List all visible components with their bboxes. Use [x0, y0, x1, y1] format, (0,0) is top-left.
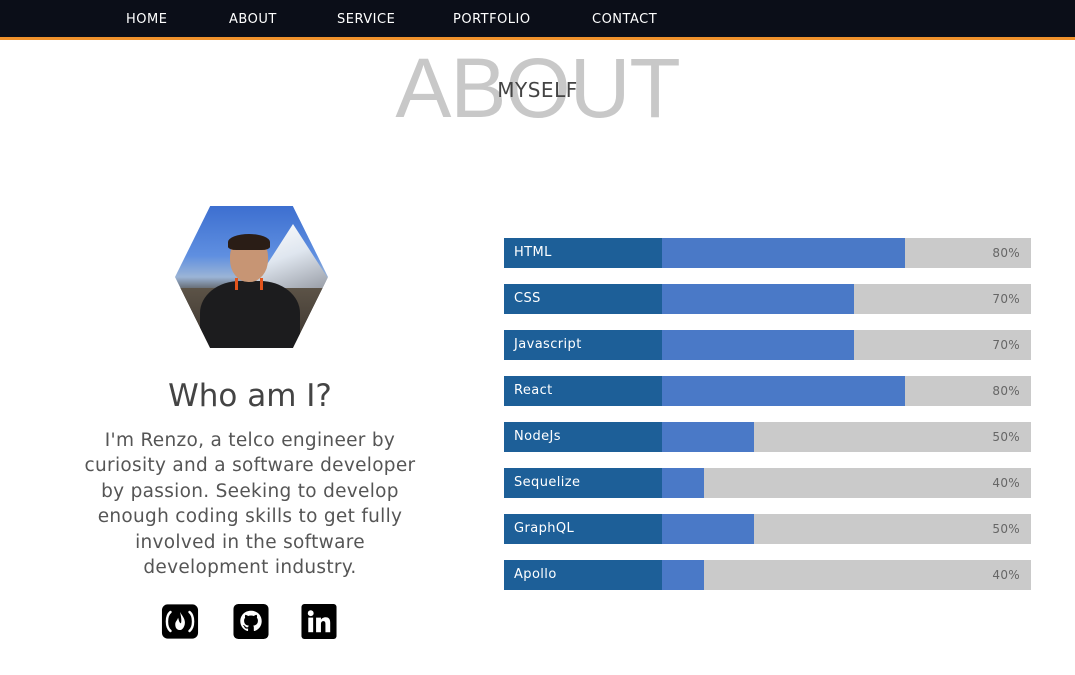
skill-percent: 40% [992, 568, 1020, 582]
skill-percent: 80% [992, 384, 1020, 398]
github-icon[interactable] [232, 603, 270, 640]
skill-bar-html: HTML 80% [504, 238, 1031, 268]
skill-label: Apollo [504, 560, 662, 590]
skill-bar-react: React 80% [504, 376, 1031, 406]
skill-bar-apollo: Apollo 40% [504, 560, 1031, 590]
freecodecamp-icon[interactable] [161, 603, 199, 640]
skill-bar-javascript: Javascript 70% [504, 330, 1031, 360]
linkedin-icon[interactable] [300, 603, 338, 640]
skill-label: Javascript [504, 330, 662, 360]
profile-avatar [175, 206, 328, 348]
skill-percent: 80% [992, 246, 1020, 260]
navbar: HOME ABOUT SERVICE PORTFOLIO CONTACT [0, 0, 1075, 40]
nav-home-link[interactable]: HOME [126, 12, 167, 27]
skill-percent: 40% [992, 476, 1020, 490]
skill-label: GraphQL [504, 514, 662, 544]
skill-percent: 70% [992, 338, 1020, 352]
skill-percent: 70% [992, 292, 1020, 306]
skill-label: React [504, 376, 662, 406]
skill-label: CSS [504, 284, 662, 314]
who-am-i-heading: Who am I? [168, 378, 332, 414]
nav-portfolio-link[interactable]: PORTFOLIO [453, 12, 531, 27]
bio-text: I'm Renzo, a telco engineer by curiosity… [84, 430, 416, 579]
section-title: MYSELF [497, 78, 578, 102]
skill-label: Sequelize [504, 468, 662, 498]
skill-bar-css: CSS 70% [504, 284, 1031, 314]
skill-label: NodeJs [504, 422, 662, 452]
nav-service-link[interactable]: SERVICE [337, 12, 395, 27]
skill-percent: 50% [992, 522, 1020, 536]
skill-label: HTML [504, 238, 662, 268]
skill-percent: 50% [992, 430, 1020, 444]
nav-about-link[interactable]: ABOUT [229, 12, 277, 27]
nav-contact-link[interactable]: CONTACT [592, 12, 657, 27]
skill-bar-graphql: GraphQL 50% [504, 514, 1031, 544]
skill-bar-sequelize: Sequelize 40% [504, 468, 1031, 498]
skill-bar-nodejs: NodeJs 50% [504, 422, 1031, 452]
